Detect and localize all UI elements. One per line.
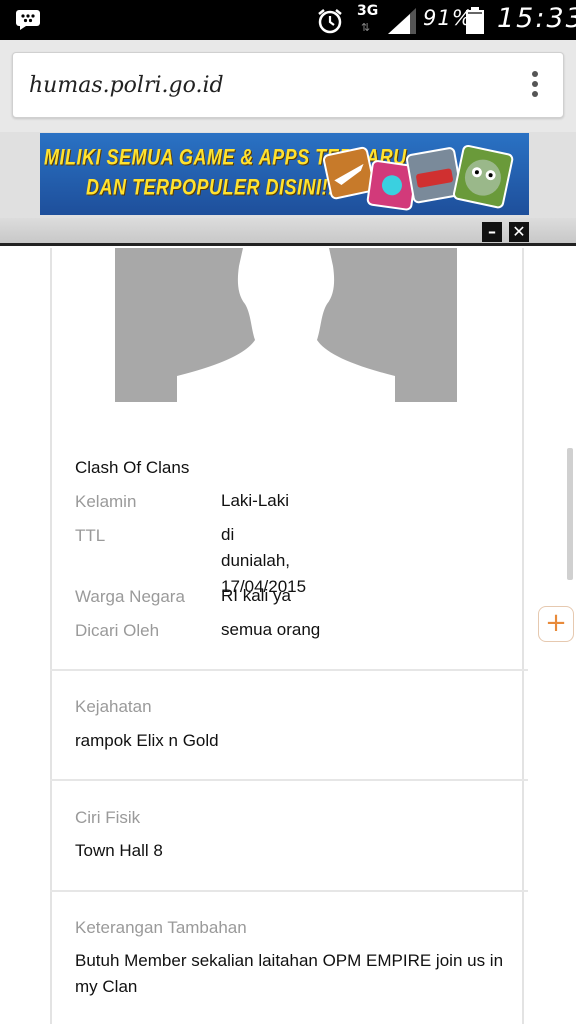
field-label: TTL	[75, 526, 106, 545]
status-bar: 3G ⇅ 91% 15:33	[0, 0, 576, 40]
field-value: semua orang	[221, 620, 321, 639]
section-divider	[50, 890, 528, 892]
profile-photo-placeholder	[115, 248, 457, 402]
ad-subheadline: DAN TERPOPULER DISINI!!	[86, 174, 335, 200]
browser-toolbar: humas.polri.go.id	[0, 40, 576, 132]
network-type: 3G	[357, 3, 379, 19]
profile-name: Clash Of Clans	[75, 458, 190, 477]
section-label: Keterangan Tambahan	[75, 918, 247, 937]
section-divider	[50, 779, 528, 781]
section-label: Ciri Fisik	[75, 808, 141, 827]
ad-minimize-button[interactable]: –	[482, 222, 502, 242]
overflow-menu-icon[interactable]	[531, 71, 539, 101]
field-value: Laki-Laki	[221, 491, 290, 510]
clock: 15:33	[497, 3, 576, 34]
section-value: rampok Elix n Gold	[75, 731, 219, 750]
ad-area: MILIKI SEMUA GAME & APPS TERBARU DAN TER…	[0, 132, 576, 218]
section-value: Town Hall 8	[75, 841, 163, 860]
field-label: Warga Negara	[75, 587, 185, 606]
alarm-icon	[318, 9, 342, 34]
network-activity-icon: ⇅	[361, 21, 371, 34]
section-value: Butuh Member sekalian laitahan OPM EMPIR…	[75, 951, 504, 996]
url-text[interactable]: humas.polri.go.id	[29, 73, 224, 98]
scrollbar[interactable]	[567, 448, 573, 580]
page-content: Clash Of Clans Kelamin Laki-Laki TTL di …	[0, 248, 576, 1024]
ad-close-button[interactable]: ✕	[509, 222, 529, 242]
bbm-icon	[16, 10, 40, 30]
ad-banner[interactable]: MILIKI SEMUA GAME & APPS TERBARU DAN TER…	[40, 133, 529, 215]
field-label: Kelamin	[75, 492, 137, 511]
floating-add-button[interactable]: +	[538, 606, 574, 642]
signal-icon	[388, 8, 416, 34]
address-bar[interactable]: humas.polri.go.id	[12, 52, 564, 118]
section-divider	[50, 669, 528, 671]
field-label: Dicari Oleh	[75, 621, 160, 640]
ad-controls-bar: – ✕	[0, 218, 576, 246]
app-tiles-image	[323, 144, 514, 211]
field-value: RI kali ya	[221, 586, 291, 605]
section-label: Kejahatan	[75, 697, 152, 716]
battery-icon	[466, 7, 484, 34]
